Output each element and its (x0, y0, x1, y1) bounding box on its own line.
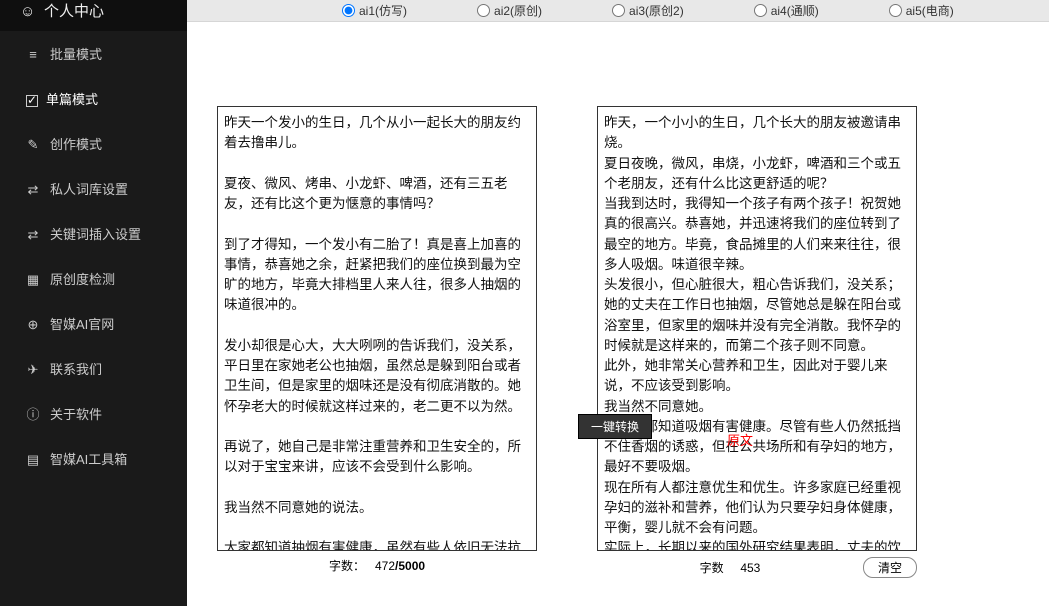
result-textarea[interactable]: 昨天，一个小小的生日，几个长大的朋友被邀请串烧。 夏日夜晚，微风，串烧，小龙虾，… (597, 106, 917, 551)
mode-label: ai5(电商) (906, 2, 954, 19)
menu-icon: ▤ (26, 452, 40, 468)
sidebar-header: ☺ 个人中心 (0, 0, 187, 31)
result-counter: 字数 453 (597, 559, 863, 576)
mode-ai2[interactable]: ai2(原创) (477, 2, 542, 19)
menu-icon: ▦ (26, 272, 40, 288)
mode-radio-ai3[interactable] (612, 4, 625, 17)
clear-button[interactable]: 清空 (863, 557, 917, 578)
sidebar-item-5[interactable]: ▦原创度检测 (0, 256, 187, 301)
menu-icon: ⇄ (26, 182, 40, 198)
check-icon (26, 95, 38, 107)
menu-icon: ⓘ (26, 404, 40, 423)
sidebar: ☺ 个人中心 ≡批量模式单篇模式✎创作模式⇄私人词库设置⇄关键词插入设置▦原创度检… (0, 0, 187, 606)
menu-icon: ⇄ (26, 227, 40, 243)
mode-label: ai1(仿写) (359, 2, 407, 19)
sidebar-item-8[interactable]: ⓘ关于软件 (0, 391, 187, 436)
mode-radio-ai4[interactable] (754, 4, 767, 17)
mode-bar: ai1(仿写) ai2(原创) ai3(原创2) ai4(通顺) ai5(电商) (187, 0, 1049, 22)
result-column: 昨天，一个小小的生日，几个长大的朋友被邀请串烧。 夏日夜晚，微风，串烧，小龙虾，… (597, 106, 917, 578)
main: ai1(仿写) ai2(原创) ai3(原创2) ai4(通顺) ai5(电商) 昨天一… (187, 0, 1049, 606)
sidebar-item-4[interactable]: ⇄关键词插入设置 (0, 211, 187, 256)
mode-ai4[interactable]: ai4(通顺) (754, 2, 819, 19)
menu-icon: ≡ (26, 47, 40, 62)
source-textarea[interactable]: 昨天一个发小的生日，几个从小一起长大的朋友约着去撸串儿。 夏夜、微风、烤串、小龙… (217, 106, 537, 551)
menu-icon: ⊕ (26, 317, 40, 333)
sidebar-item-9[interactable]: ▤智媒AI工具箱 (0, 436, 187, 481)
sidebar-item-3[interactable]: ⇄私人词库设置 (0, 166, 187, 211)
mode-radio-ai2[interactable] (477, 4, 490, 17)
sidebar-item-1[interactable]: 单篇模式 (0, 76, 187, 121)
mode-label: ai2(原创) (494, 2, 542, 19)
menu-icon: ✎ (26, 137, 40, 153)
mode-label: ai4(通顺) (771, 2, 819, 19)
source-column: 昨天一个发小的生日，几个从小一起长大的朋友约着去撸串儿。 夏夜、微风、烤串、小龙… (217, 106, 537, 578)
person-icon: ☺ (20, 3, 34, 20)
mode-ai3[interactable]: ai3(原创2) (612, 2, 684, 19)
source-counter: 字数： 472/5000 (217, 557, 537, 574)
mode-radio-ai1[interactable] (342, 4, 355, 17)
mode-radio-ai5[interactable] (889, 4, 902, 17)
mode-ai5[interactable]: ai5(电商) (889, 2, 954, 19)
menu-icon: ✈ (26, 362, 40, 378)
sidebar-item-0[interactable]: ≡批量模式 (0, 31, 187, 76)
sidebar-item-6[interactable]: ⊕智媒AI官网 (0, 301, 187, 346)
mode-ai1[interactable]: ai1(仿写) (342, 2, 407, 19)
mode-label: ai3(原创2) (629, 2, 684, 19)
convert-button[interactable]: 一键转换 (578, 414, 652, 439)
sidebar-item-7[interactable]: ✈联系我们 (0, 346, 187, 391)
sidebar-item-2[interactable]: ✎创作模式 (0, 121, 187, 166)
sidebar-title: 个人中心 (44, 3, 104, 20)
